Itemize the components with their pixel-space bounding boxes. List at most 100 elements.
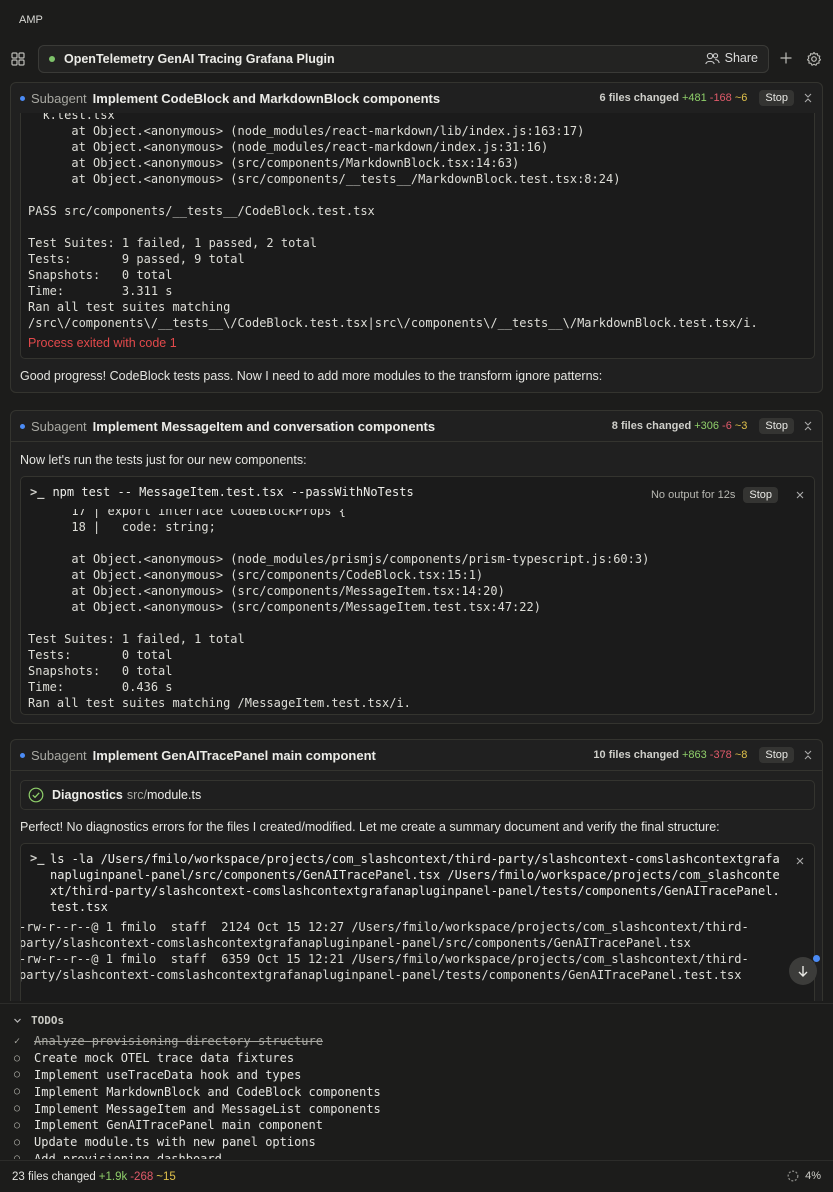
circle-icon: ○ (14, 1052, 21, 1064)
terminal-line: Ran all test suites matching (28, 300, 231, 314)
terminal-line: 17 | export interface CodeBlockProps { (28, 509, 346, 518)
terminal-line: at Object.<anonymous> (node_modules/reac… (28, 140, 549, 154)
todo-item[interactable]: ○ Update module.ts with new panel options (14, 1134, 381, 1151)
lines-modified: ~8 (734, 749, 748, 761)
subagent-card-tracepanel: Subagent Implement GenAITracePanel main … (10, 739, 823, 1001)
arrow-down-icon (798, 966, 808, 977)
todo-text: Implement MarkdownBlock and CodeBlock co… (34, 1084, 381, 1099)
terminal-stop-button[interactable]: Stop (743, 487, 778, 503)
scroll-to-bottom-button[interactable] (789, 957, 817, 985)
todo-text: Add provisioning dashboard (34, 1151, 222, 1159)
terminal-line: Snapshots: 0 total (28, 268, 173, 282)
todos-panel: TODOs ✓ Analyze provisioning directory st… (0, 1003, 833, 1159)
terminal-line: party/slashcontext-comslashcontextgrafan… (20, 968, 742, 982)
todo-item[interactable]: ○ Implement useTraceData hook and types (14, 1067, 381, 1084)
command-text: npm test -- MessageItem.test.tsx --passW… (52, 485, 414, 499)
terminal-line: Test Suites: 1 failed, 1 total (28, 632, 245, 646)
plus-icon[interactable] (779, 51, 793, 65)
terminal-line: k.test.tsx (28, 113, 115, 122)
share-button[interactable]: Share (704, 51, 758, 65)
subagent-header[interactable]: Subagent Implement MessageItem and conve… (11, 411, 822, 441)
collapse-icon[interactable] (802, 92, 814, 104)
todo-item[interactable]: ○ Implement MarkdownBlock and CodeBlock c… (14, 1083, 381, 1100)
thread-bar: OpenTelemetry GenAI Tracing Grafana Plug… (0, 44, 833, 74)
subagent-card-messageitem: Subagent Implement MessageItem and conve… (10, 410, 823, 724)
terminal-line: party/slashcontext-comslashcontextgrafan… (20, 936, 691, 950)
command-lines: ls -la /Users/fmilo/workspace/projects/c… (50, 851, 780, 915)
status-bar: 23 files changed +1.9k -268 ~15 4% (0, 1160, 833, 1192)
circle-icon: ○ (14, 1136, 21, 1148)
terminal-line: at Object.<anonymous> (src/components/__… (28, 172, 621, 186)
terminal-line: at Object.<anonymous> (src/components/Ma… (28, 156, 520, 170)
prompt-icon: >_ (30, 485, 45, 499)
lines-added: +306 (694, 420, 720, 432)
no-output-status: No output for 12s Stop (651, 487, 778, 503)
terminal-block: >_ npm test -- MessageItem.test.tsx --pa… (20, 476, 815, 715)
stop-button[interactable]: Stop (759, 418, 794, 434)
todos-header[interactable]: TODOs (13, 1014, 64, 1027)
terminal-output: k.test.tsx at Object.<anonymous> (node_m… (20, 113, 815, 359)
lines-added: +863 (682, 749, 707, 761)
terminal-line: -rw-r--r--@ 1 fmilo staff 2124 Oct 15 12… (20, 920, 749, 934)
todo-item[interactable]: ○ Create mock OTEL trace data fixtures (14, 1050, 381, 1067)
check-circle-icon (28, 787, 44, 803)
active-status-dot (49, 56, 55, 62)
terminal-line: PASS src/components/__tests__/CodeBlock.… (28, 204, 375, 218)
todo-item[interactable]: ✓ Analyze provisioning directory structur… (14, 1033, 381, 1050)
terminal-output: 17 | export interface CodeBlockProps { 1… (21, 509, 814, 714)
running-indicator (20, 752, 25, 758)
todo-text: Analyze provisioning directory structure (34, 1034, 323, 1049)
progress-ring-icon (787, 1170, 799, 1182)
total-lines-modified: ~15 (156, 1170, 176, 1183)
todo-item[interactable]: ○ Add provisioning dashboard (14, 1151, 381, 1159)
diagnostics-row[interactable]: Diagnostics src/ module.ts (20, 780, 815, 810)
thread-title: OpenTelemetry GenAI Tracing Grafana Plug… (64, 52, 335, 66)
app-title: AMP (19, 14, 43, 26)
circle-icon: ○ (14, 1119, 21, 1131)
files-changed: 8 files changed (611, 420, 692, 432)
new-content-dot (813, 955, 820, 962)
lines-modified: ~6 (734, 92, 748, 104)
circle-icon: ○ (14, 1086, 21, 1098)
todo-text: Implement useTraceData hook and types (34, 1067, 302, 1082)
subagent-header[interactable]: Subagent Implement CodeBlock and Markdow… (11, 83, 822, 113)
subagent-title: Implement GenAITracePanel main component (92, 747, 376, 763)
total-lines-added: +1.9k (98, 1170, 128, 1183)
context-usage: 4% (805, 1170, 821, 1182)
grid-icon[interactable] (11, 52, 25, 66)
collapse-icon[interactable] (794, 489, 806, 501)
exit-message: Process exited with code 1 (28, 336, 177, 350)
files-changed: 10 files changed (593, 749, 679, 761)
subagent-label: Subagent (31, 747, 87, 763)
collapse-icon[interactable] (794, 855, 806, 867)
terminal-line: ls -la /Users/fmilo/workspace/projects/c… (50, 852, 780, 866)
lines-added: +481 (682, 92, 707, 104)
terminal-line: test.tsx (50, 900, 108, 914)
lines-removed: -378 (709, 749, 732, 761)
collapse-icon[interactable] (802, 749, 814, 761)
gear-icon[interactable] (806, 51, 822, 67)
todo-text: Implement GenAITracePanel main component (34, 1118, 323, 1133)
lines-modified: ~3 (734, 420, 748, 432)
subagent-title: Implement CodeBlock and MarkdownBlock co… (92, 90, 441, 106)
terminal-line: xt/third-party/slashcontext-comslashcont… (50, 884, 780, 898)
stop-button[interactable]: Stop (759, 747, 794, 763)
todo-item[interactable]: ○ Implement MessageItem and MessageList c… (14, 1100, 381, 1117)
prompt-icon: >_ (30, 851, 45, 865)
terminal-line: -rw-r--r--@ 1 fmilo staff 6359 Oct 15 12… (20, 952, 749, 966)
total-files-changed[interactable]: 23 files changed (12, 1171, 96, 1183)
share-label: Share (724, 51, 758, 65)
subagent-label: Subagent (31, 418, 87, 434)
agent-message: Now let's run the tests just for our new… (20, 453, 307, 467)
todo-item[interactable]: ○ Implement GenAITracePanel main componen… (14, 1117, 381, 1134)
subagent-header[interactable]: Subagent Implement GenAITracePanel main … (11, 740, 822, 770)
terminal-lines: k.test.tsx at Object.<anonymous> (node_m… (28, 113, 758, 331)
command-row: >_ npm test -- MessageItem.test.tsx --pa… (30, 485, 414, 499)
stop-button[interactable]: Stop (759, 90, 794, 106)
thread-tab[interactable]: OpenTelemetry GenAI Tracing Grafana Plug… (38, 45, 769, 73)
output-lines: -rw-r--r--@ 1 fmilo staff 2124 Oct 15 12… (20, 919, 749, 983)
collapse-icon[interactable] (802, 420, 814, 432)
